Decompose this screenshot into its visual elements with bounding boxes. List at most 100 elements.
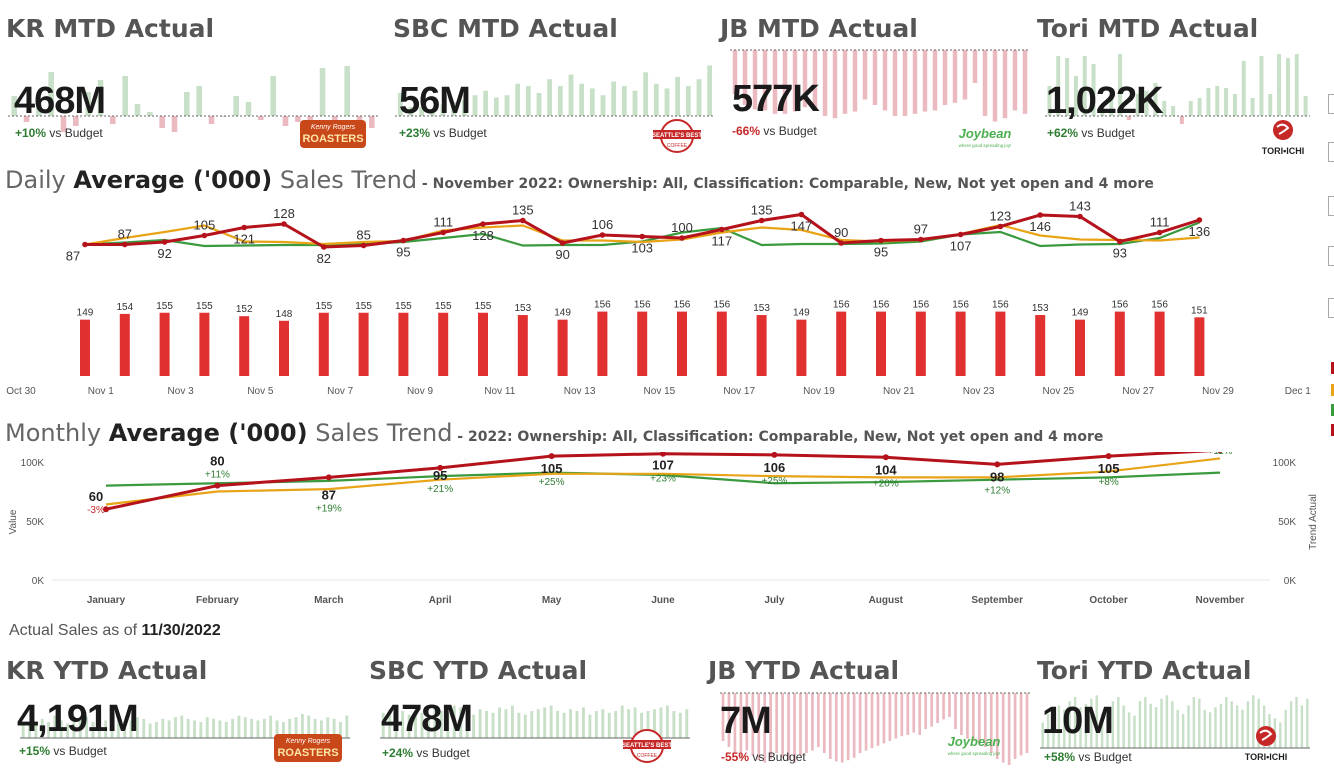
sbc-mtd-pct: +23% (399, 126, 431, 140)
daily-bar[interactable] (517, 315, 528, 376)
daily-bar[interactable] (478, 312, 488, 376)
daily-bar[interactable] (597, 311, 608, 376)
daily-title-filter[interactable]: - November 2022: Ownership: All, Classif… (417, 176, 1154, 192)
monthly-pct-label: +25% (761, 476, 787, 487)
daily-bar[interactable] (1114, 311, 1125, 376)
spark-bar (653, 83, 659, 116)
daily-point (281, 221, 287, 227)
svg-text:ROASTERS: ROASTERS (302, 133, 363, 145)
spark-bar (504, 709, 508, 738)
daily-bar[interactable] (915, 311, 926, 376)
daily-bar[interactable] (358, 312, 369, 376)
daily-point-label: 87 (118, 227, 132, 242)
daily-bar[interactable] (1075, 319, 1085, 376)
daily-point (241, 224, 247, 231)
spark-bar (1181, 714, 1185, 748)
spark-bar (892, 50, 898, 116)
kenny-rogers-roasters-logo: Kenny Rogers ROASTERS (300, 120, 366, 148)
daily-title-post: Sales Trend (272, 166, 418, 194)
svg-text:SEATTLE'S BEST: SEATTLE'S BEST (652, 133, 702, 139)
daily-point (400, 237, 407, 244)
daily-bar[interactable] (398, 312, 409, 376)
daily-point-label: 128 (273, 206, 295, 221)
spark-bar (148, 723, 152, 738)
spark-bar (1154, 707, 1158, 748)
daily-bar[interactable] (557, 319, 568, 376)
spark-bar (1192, 697, 1196, 748)
daily-bar[interactable] (796, 319, 807, 376)
asof-date: 11/30/2022 (141, 622, 221, 639)
kr-mtd-value: 468M (14, 80, 106, 122)
spark-bar (775, 693, 778, 753)
spark-bar (601, 709, 605, 738)
spark-bar (846, 693, 850, 761)
spark-bar (581, 707, 585, 738)
filter-dropdown[interactable] (1328, 246, 1334, 266)
daily-bar-label: 152 (236, 304, 253, 315)
daily-bar-label: 153 (514, 303, 531, 314)
spark-bar (245, 102, 252, 116)
spark-bar (186, 718, 190, 738)
daily-point-label: 93 (1113, 246, 1127, 261)
spark-bar (1294, 54, 1299, 116)
daily-bar[interactable] (438, 312, 449, 376)
daily-bar[interactable] (756, 315, 767, 376)
kr-mtd-vs-label: vs Budget (49, 126, 103, 140)
daily-bar-label: 156 (674, 300, 691, 311)
spark-bar (1013, 693, 1017, 759)
daily-bar[interactable] (239, 316, 250, 376)
daily-point (1037, 212, 1043, 218)
kr-mtd-vs-budget: +10% vs Budget (15, 126, 103, 140)
daily-bar[interactable] (677, 311, 687, 376)
spark-bar (1176, 709, 1179, 748)
filter-dropdown[interactable] (1328, 196, 1334, 216)
spark-bar (472, 95, 478, 116)
daily-bar[interactable] (279, 320, 289, 376)
monthly-value-label: 95 (433, 468, 447, 483)
daily-bar[interactable] (318, 312, 329, 376)
monthly-point (1105, 453, 1112, 460)
daily-point (599, 232, 606, 238)
daily-point (440, 229, 447, 236)
daily-bar[interactable] (876, 311, 886, 376)
spark-bar (1203, 709, 1206, 748)
daily-bar-label: 156 (713, 300, 730, 311)
daily-bar[interactable] (119, 313, 130, 376)
daily-point-label: 111 (1150, 215, 1170, 230)
spark-bar (936, 693, 939, 723)
monthly-point (882, 454, 889, 461)
filter-dropdown[interactable] (1328, 142, 1334, 162)
spark-bar (894, 693, 898, 739)
daily-bar[interactable] (80, 319, 90, 376)
spark-bar (588, 714, 592, 738)
daily-bar-label: 156 (873, 300, 890, 311)
filter-dropdown[interactable] (1328, 298, 1334, 318)
spark-bar (607, 712, 611, 738)
daily-bar[interactable] (159, 312, 170, 376)
spark-bar (1188, 101, 1193, 116)
daily-bar[interactable] (1035, 315, 1046, 376)
daily-bar[interactable] (836, 311, 847, 376)
daily-bar[interactable] (1194, 317, 1205, 376)
daily-bar[interactable] (637, 311, 648, 376)
jb-ytd-vs-budget: -55% vs Budget (721, 750, 806, 764)
daily-bar[interactable] (1154, 311, 1165, 376)
daily-bar[interactable] (716, 311, 727, 376)
monthly-title-filter[interactable]: - 2022: Ownership: All, Classification: … (452, 429, 1103, 445)
spark-bar (862, 50, 868, 100)
filter-dropdown[interactable] (1328, 94, 1334, 114)
spark-bar (675, 76, 681, 116)
spark-bar (822, 693, 826, 753)
spark-bar (643, 72, 649, 116)
spark-bar (930, 693, 933, 727)
tori-ytd-vs-budget: +58% vs Budget (1044, 750, 1132, 764)
daily-point-label: 87 (66, 249, 80, 264)
spark-bar (319, 68, 326, 116)
daily-bar[interactable] (199, 312, 210, 376)
seattles-best-coffee-logo: SEATTLE'S BEST COFFEE (622, 729, 672, 763)
monthly-y-tick-right: 0K (1284, 576, 1297, 587)
daily-bar-label: 156 (1111, 300, 1128, 311)
monthly-value-label: 105 (1098, 461, 1120, 476)
daily-bar[interactable] (995, 311, 1006, 376)
daily-bar[interactable] (955, 311, 966, 376)
